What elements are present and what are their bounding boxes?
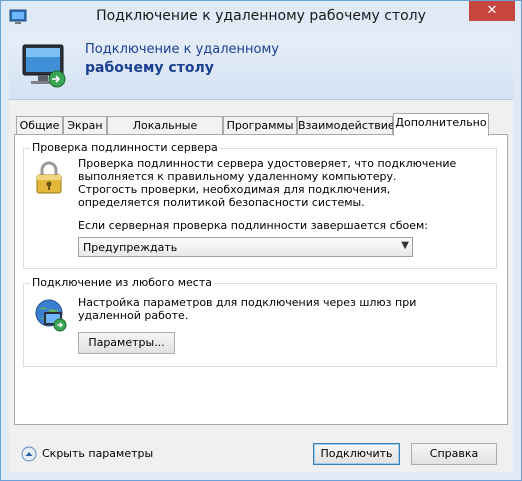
chevron-up-icon [21, 446, 37, 462]
server-auth-group-title: Проверка подлинности сервера [30, 141, 220, 154]
hide-options-label: Скрыть параметры [42, 447, 154, 460]
server-auth-desc-2: выполняется к правильному удаленному ком… [78, 170, 397, 183]
window-title: Подключение к удаленному рабочему столу [96, 8, 426, 24]
auth-failure-select-value: Предупреждать [83, 241, 178, 254]
connect-anywhere-desc-2: удаленной работе. [78, 309, 189, 322]
client-area: Подключение к удаленному рабочему столу … [9, 33, 513, 472]
globe-connection-icon [35, 299, 67, 332]
connect-button[interactable]: Подключить [313, 443, 400, 465]
header-banner: Подключение к удаленному рабочему столу [9, 33, 513, 100]
help-button[interactable]: Справка [411, 443, 497, 465]
tab-panel-advanced: Проверка подлинности сервера Проверка по… [14, 134, 508, 425]
auth-failure-label: Если серверная проверка подлинности заве… [78, 219, 428, 232]
lock-icon [36, 161, 62, 194]
tab-advanced[interactable]: Дополнительно [393, 113, 489, 136]
tab-programs[interactable]: Программы [223, 116, 297, 135]
gateway-settings-button[interactable]: Параметры... [78, 332, 175, 354]
tab-display[interactable]: Экран [63, 116, 107, 135]
title-bar[interactable]: Подключение к удаленному рабочему столу … [1, 1, 521, 33]
chevron-down-icon: ▼ [401, 240, 409, 251]
server-auth-desc-4: определяется политикой безопасности сист… [78, 196, 365, 209]
connect-anywhere-group-title: Подключение из любого места [30, 276, 214, 289]
tab-general[interactable]: Общие [16, 116, 63, 135]
server-auth-desc-1: Проверка подлинности сервера удостоверяе… [78, 157, 457, 170]
connect-anywhere-desc-1: Настройка параметров для подключения чер… [78, 296, 417, 309]
tab-strip: Общие Экран Локальные ресурсы Программы … [14, 113, 509, 150]
auth-failure-select[interactable]: Предупреждать ▼ [78, 237, 413, 257]
monitor-icon [22, 44, 66, 88]
banner-title-line2: рабочему столу [85, 60, 214, 76]
rdp-window: Подключение к удаленному рабочему столу … [0, 0, 522, 481]
server-auth-group: Проверка подлинности сервера Проверка по… [23, 141, 497, 269]
server-auth-desc-3: Строгость проверки, необходимая для подк… [78, 183, 391, 196]
connect-anywhere-group: Подключение из любого места Настройка па… [23, 276, 497, 367]
close-button[interactable]: ✕ [469, 1, 515, 21]
tab-local-resources[interactable]: Локальные ресурсы [107, 116, 223, 150]
banner-title-line1: Подключение к удаленному [85, 42, 279, 57]
tab-experience[interactable]: Взаимодействие [297, 116, 395, 135]
